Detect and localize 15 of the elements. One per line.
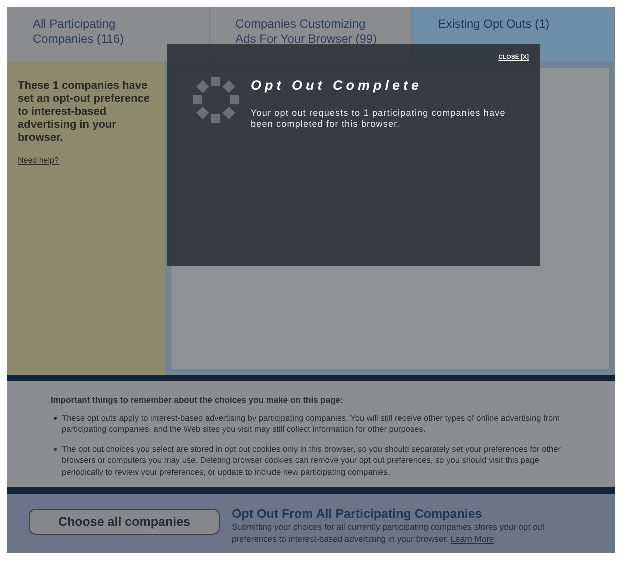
help-link[interactable]: Need help? [18, 155, 59, 167]
sidebar-text: These 1 companies have set an opt-out preference to interest-based advertising in your browser. [18, 80, 152, 145]
spinner-icon [191, 75, 241, 125]
learn-more-link[interactable]: Learn More [450, 534, 494, 544]
note-text: These opt outs apply to interest-based advertising by participating companies. You will still receive other types of online advertising from participating companies, and the Web sites you visit may still collect information for other purposes. [62, 412, 562, 436]
bullet-icon [54, 416, 57, 420]
bullet-icon [54, 448, 57, 451]
notes-heading: Important things to remember about the choices you make on this page: [51, 394, 344, 407]
footer-text: Submitting your choices for all currently participating companies stores your opt out preferences to interest-based advertising in your browser. Learn More [232, 522, 546, 545]
footer-title: Opt Out From All Participating Companies [232, 507, 484, 522]
choose-all-button[interactable]: Choose all companies [29, 509, 220, 535]
tab[interactable]: All Participating Companies (116) [7, 7, 210, 62]
note-text: The opt out choices you select are stored in opt out cookies only in this browser, so you should separately set your preferences for other browsers or computers you may use. Deleting browser cookies can remove your opt out preferences, so you should visit this page periodically to review your preferences, or update to include new participating companies. [62, 444, 562, 478]
modal-message: Your opt out requests to 1 participating companies have been completed for this browser. [251, 108, 507, 130]
modal-title: Opt Out Complete [251, 77, 424, 95]
